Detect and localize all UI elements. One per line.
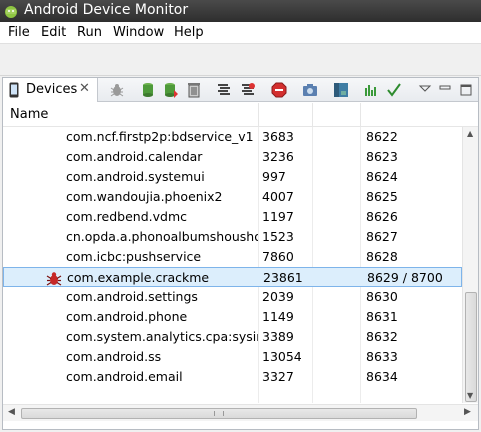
update-threads-icon[interactable] [216,82,232,98]
process-port: 8623 [366,149,398,164]
scroll-left-icon[interactable]: ◀ [8,407,15,417]
vertical-scroll-thumb[interactable] [465,292,477,402]
horizontal-scroll-thumb[interactable] [21,408,417,419]
main-toolbar [0,44,481,76]
devices-view: Devices ✕ Name com.ncf.firstp2p:bdservic… [2,77,479,430]
debug-bug-icon [46,272,62,286]
horizontal-scrollbar[interactable]: ◀ ▶ [3,404,478,421]
column-separator[interactable] [312,103,313,127]
process-name: com.ncf.firstp2p:bdservice_v1 [66,129,254,144]
process-name: com.android.phone [66,309,188,324]
column-separator[interactable] [360,103,361,127]
table-row[interactable]: com.android.systemui 997 8624 [3,167,462,187]
process-name: com.android.systemui [66,169,205,184]
reset-adb-icon[interactable] [386,82,402,98]
table-row[interactable]: com.android.ss 13054 8633 [3,347,462,367]
process-pid: 7860 [262,249,294,264]
process-pid: 13054 [262,349,302,364]
process-name: com.wandoujia.phoenix2 [66,189,223,204]
scroll-right-icon[interactable]: ▶ [464,407,471,417]
process-pid: 1149 [262,309,294,324]
process-pid: 3327 [262,369,294,384]
process-pid: 1197 [262,209,294,224]
table-row[interactable]: com.android.settings 2039 8630 [3,287,462,307]
process-port: 8630 [366,289,398,304]
column-header-name[interactable]: Name [10,107,48,122]
process-pid: 997 [262,169,286,184]
table-row[interactable]: com.android.calendar 3236 8623 [3,147,462,167]
process-pid: 23861 [263,270,303,285]
table-row[interactable]: com.redbend.vdmc 1197 8626 [3,207,462,227]
process-pid: 3389 [262,329,294,344]
screen-capture-icon[interactable] [302,82,318,98]
table-row[interactable]: com.ncf.firstp2p:bdservice_v1 3683 8622 [3,127,462,147]
process-name: com.redbend.vdmc [66,209,187,224]
process-name: com.example.crackme [67,270,210,285]
menu-run[interactable]: Run [77,25,102,40]
process-port: 8634 [366,369,398,384]
android-monitor-icon [5,6,17,18]
process-port: 8626 [366,209,398,224]
column-separator[interactable] [258,103,259,127]
process-name: com.icbc:pushservice [66,249,202,264]
process-port: 8631 [366,309,398,324]
menu-window[interactable]: Window [113,25,164,40]
table-row[interactable]: com.wandoujia.phoenix2 4007 8625 [3,187,462,207]
table-row[interactable]: com.android.phone 1149 8631 [3,307,462,327]
process-name: com.android.settings [66,289,198,304]
process-name: com.android.calendar [66,149,203,164]
capture-opengl-trace-icon[interactable] [364,82,380,98]
process-pid: 4007 [262,189,294,204]
process-port: 8622 [366,129,398,144]
tab-devices-label: Devices [26,82,78,97]
menu-edit[interactable]: Edit [41,25,66,40]
process-table: com.ncf.firstp2p:bdservice_v1 3683 8622 com… [3,127,462,403]
process-port: 8629 / 8700 [367,270,443,285]
process-name: cn.opda.a.phonoalbumshoushou [66,229,258,244]
view-menu-icon[interactable] [417,82,433,98]
window-titlebar: Android Device Monitor [0,0,481,22]
phone-icon [9,82,19,98]
dump-hprof-icon[interactable] [163,82,179,98]
menu-help[interactable]: Help [174,25,204,40]
tab-devices[interactable]: Devices ✕ [3,78,98,102]
column-header-row: Name [3,103,478,127]
process-pid: 3683 [262,129,294,144]
maximize-icon[interactable] [458,82,474,98]
table-row[interactable]: com.android.email 3327 8634 [3,367,462,387]
process-pid: 3236 [262,149,294,164]
process-port: 8633 [366,349,398,364]
process-port: 8628 [366,249,398,264]
stop-process-icon[interactable] [271,82,287,98]
process-port: 8627 [366,229,398,244]
view-header: Devices ✕ [3,78,478,102]
table-row[interactable]: cn.opda.a.phonoalbumshoushou 1523 8627 [3,227,462,247]
table-row[interactable]: com.icbc:pushservice 7860 8628 [3,247,462,267]
process-pid: 2039 [262,289,294,304]
process-port: 8625 [366,189,398,204]
scroll-up-icon[interactable]: ▲ [467,129,475,138]
cause-gc-icon[interactable] [186,82,202,98]
process-name: com.android.ss [66,349,162,364]
process-port: 8624 [366,169,398,184]
process-name: com.android.email [66,369,183,384]
process-name: com.system.analytics.cpa:sysinter [66,329,258,344]
start-method-profiling-icon[interactable] [240,82,256,98]
table-row[interactable]: com.example.crackme 23861 8629 / 8700 [3,267,462,287]
scroll-down-icon[interactable]: ▼ [467,391,475,400]
process-port: 8632 [366,329,398,344]
update-heap-icon[interactable] [141,82,157,98]
table-row[interactable]: com.system.analytics.cpa:sysinter 3389 863… [3,327,462,347]
vertical-scrollbar[interactable]: ▲ ▼ [462,127,478,403]
close-icon[interactable]: ✕ [79,81,90,96]
debug-process-icon[interactable] [109,82,125,98]
window-title: Android Device Monitor [24,2,189,18]
minimize-icon[interactable] [437,82,453,98]
menu-file[interactable]: File [8,25,30,40]
process-pid: 1523 [262,229,294,244]
menu-bar: File Edit Run Window Help [0,22,481,44]
dump-view-hierarchy-icon[interactable] [333,82,349,98]
